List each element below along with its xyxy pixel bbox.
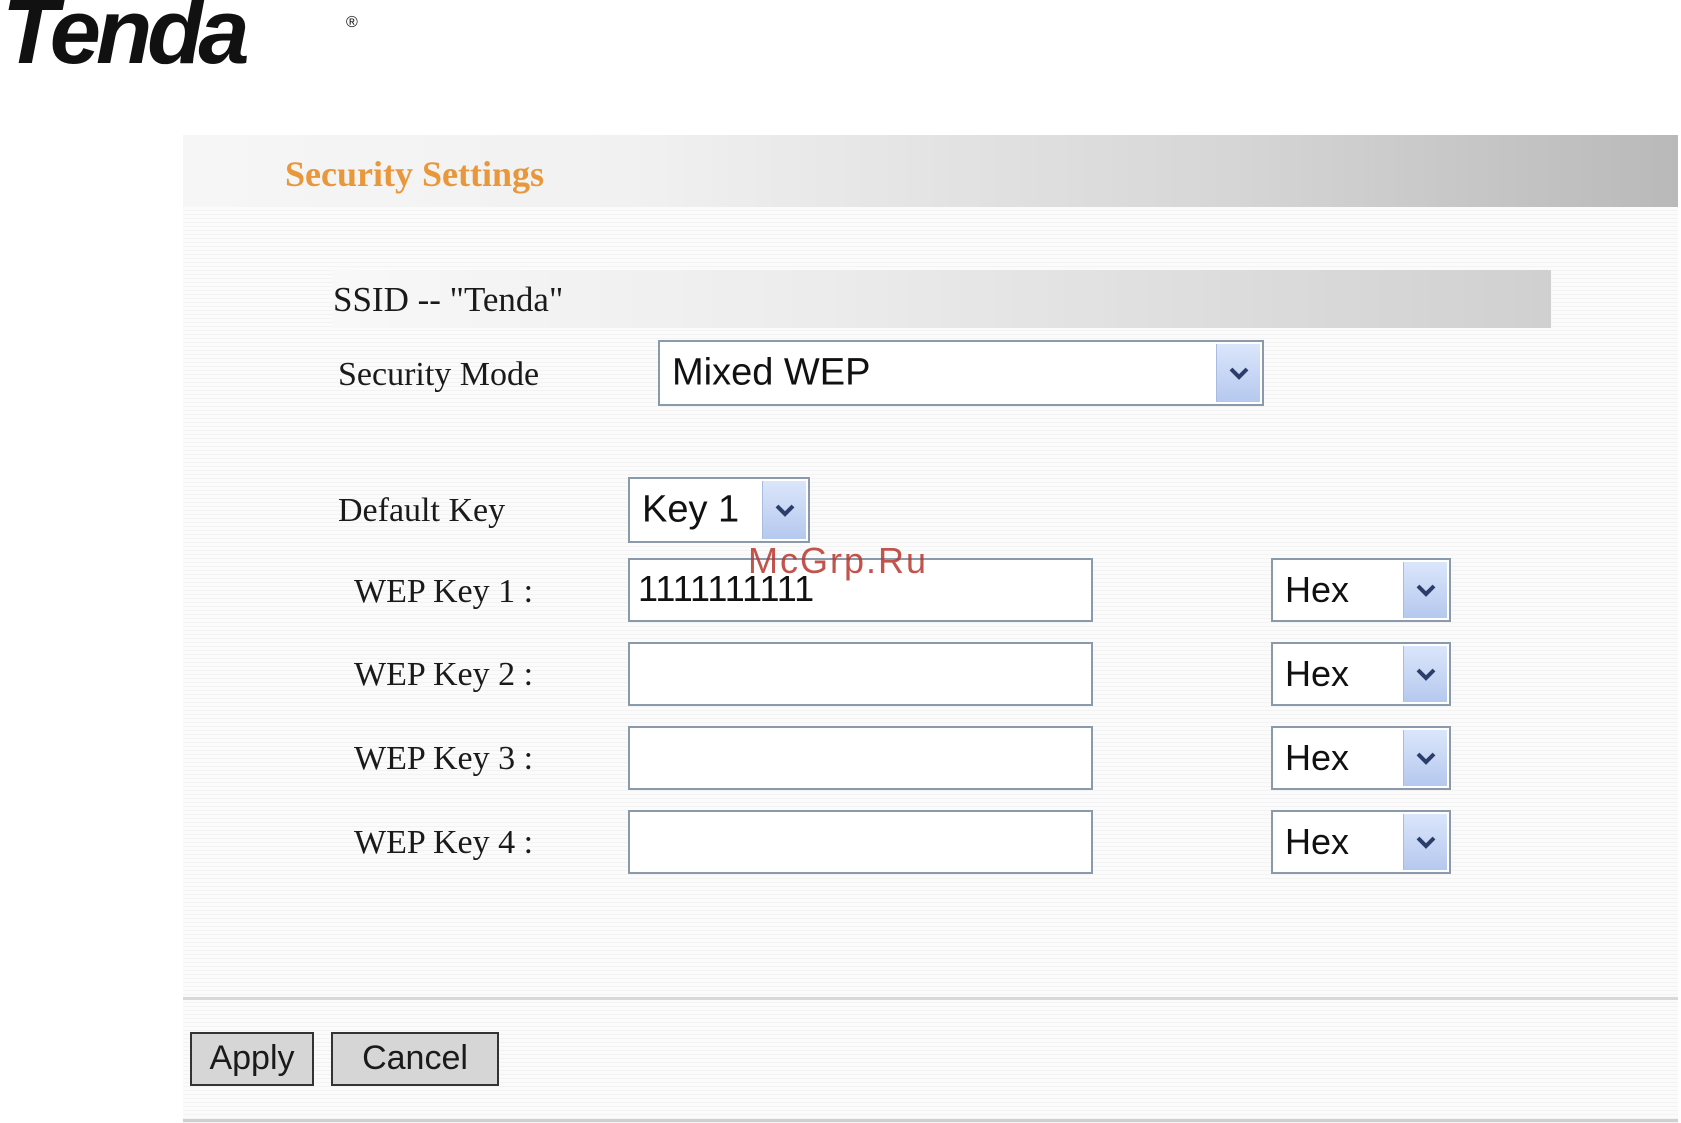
wep-key-4-label: WEP Key 4 : [354, 824, 534, 861]
chevron-down-icon[interactable] [1216, 344, 1260, 402]
panel-header: Security Settings [183, 135, 1678, 207]
wep-key-4-input[interactable] [628, 810, 1093, 874]
wep-key-3-label: WEP Key 3 : [354, 740, 534, 777]
bottom-divider [183, 1119, 1678, 1122]
ssid-label: SSID -- "Tenda" [333, 280, 564, 319]
wep-key-1-format-select[interactable]: Hex [1271, 558, 1451, 622]
chevron-down-icon[interactable] [1403, 562, 1447, 618]
wep-key-4-format-select[interactable]: Hex [1271, 810, 1451, 874]
chevron-down-icon[interactable] [1403, 730, 1447, 786]
ssid-bar: SSID -- "Tenda" [333, 270, 1551, 328]
wep-key-3-input[interactable] [628, 726, 1093, 790]
chevron-down-icon[interactable] [1403, 814, 1447, 870]
chevron-down-icon[interactable] [1403, 646, 1447, 702]
default-key-label: Default Key [338, 492, 506, 529]
default-key-value: Key 1 [642, 488, 740, 531]
wep-key-2-input[interactable] [628, 642, 1093, 706]
divider [183, 997, 1678, 1000]
wep-key-3-format-value: Hex [1285, 737, 1350, 778]
logo-wordmark: Tenda [2, 0, 250, 83]
default-key-select[interactable]: Key 1 [628, 477, 810, 543]
cancel-button[interactable]: Cancel [331, 1032, 499, 1086]
chevron-down-icon[interactable] [762, 481, 806, 539]
tenda-logo: Tenda ® [0, 0, 380, 90]
wep-key-2-label: WEP Key 2 : [354, 656, 534, 693]
security-mode-label: Security Mode [338, 356, 540, 393]
wep-key-4-format-value: Hex [1285, 821, 1350, 862]
apply-button[interactable]: Apply [190, 1032, 314, 1086]
security-settings-panel: Security Settings SSID -- "Tenda" Securi… [183, 135, 1678, 1123]
wep-key-1-label: WEP Key 1 : [354, 573, 534, 610]
watermark: McGrp.Ru [748, 540, 929, 581]
security-mode-select[interactable]: Mixed WEP [658, 340, 1264, 406]
wep-key-2-format-select[interactable]: Hex [1271, 642, 1451, 706]
wep-key-3-format-select[interactable]: Hex [1271, 726, 1451, 790]
wep-key-2-format-value: Hex [1285, 653, 1350, 694]
security-mode-value: Mixed WEP [672, 351, 871, 394]
page-title: Security Settings [285, 154, 544, 194]
wep-key-1-format-value: Hex [1285, 569, 1350, 610]
registered-mark: ® [346, 14, 358, 31]
